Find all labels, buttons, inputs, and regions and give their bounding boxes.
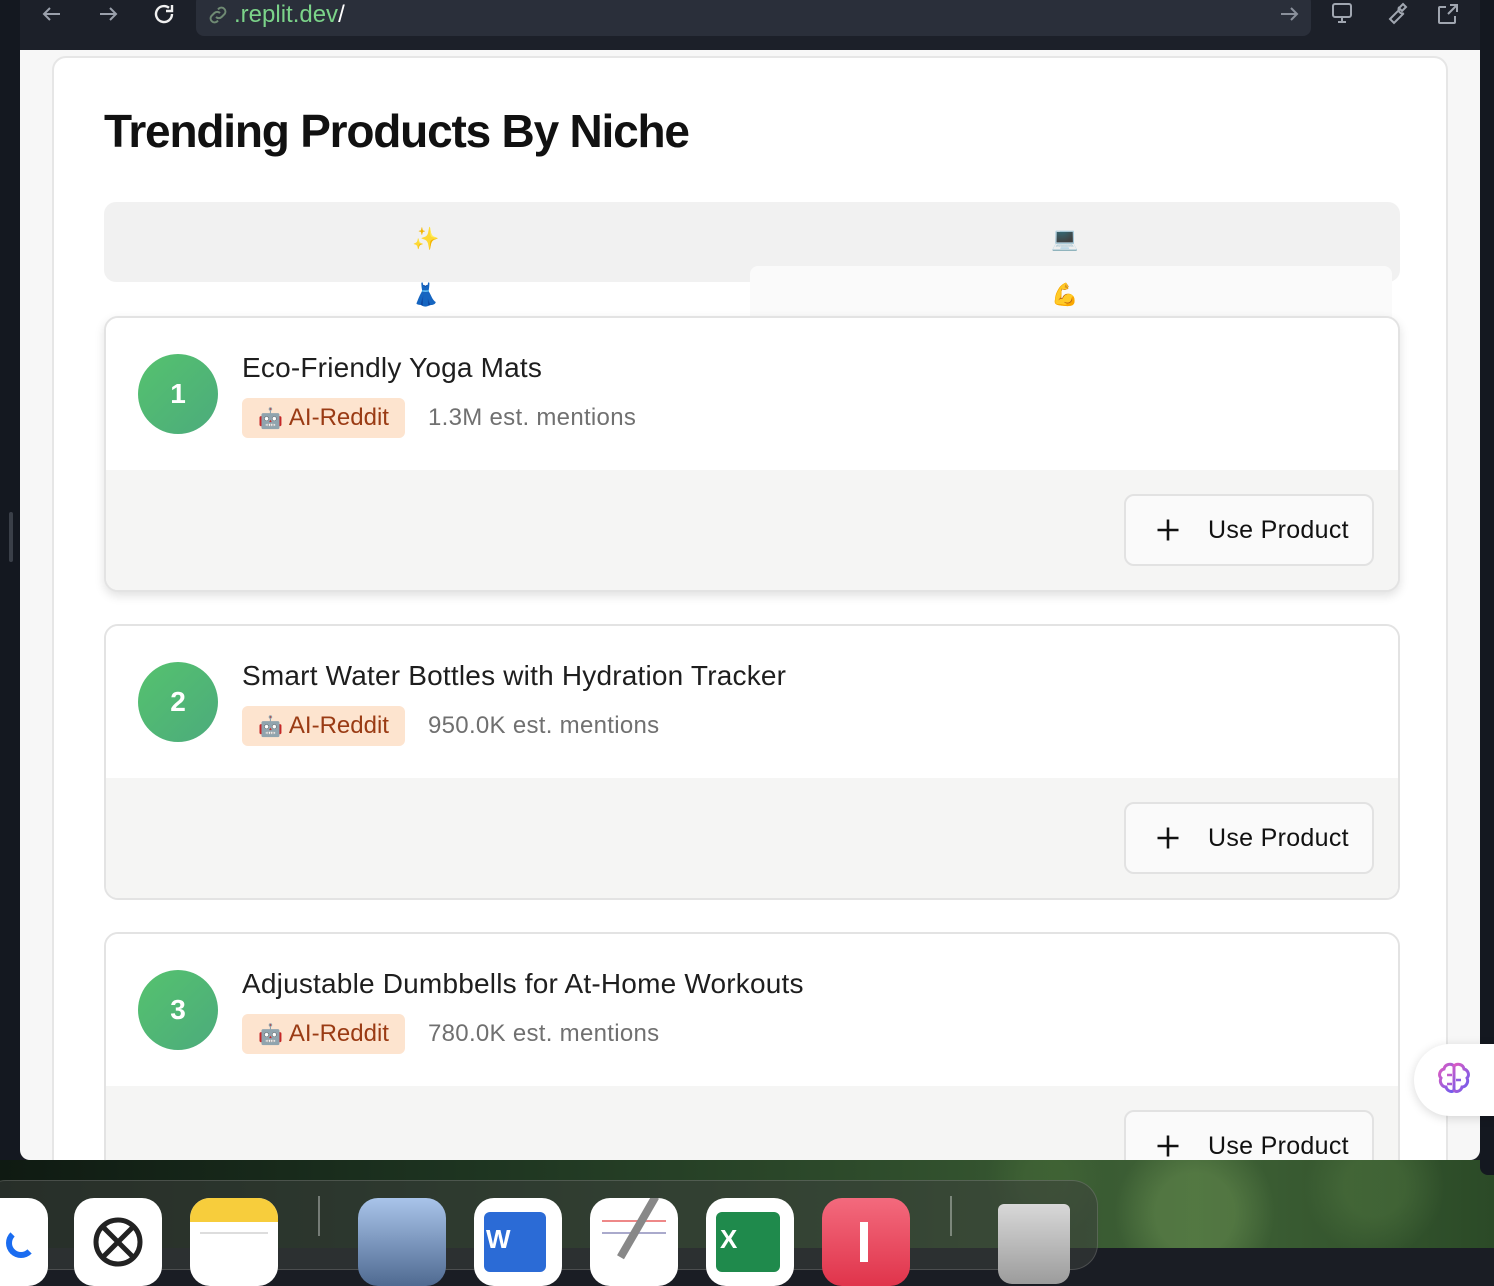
product-name: Adjustable Dumbbells for At-Home Workout… (242, 968, 804, 999)
notes-icon[interactable] (190, 1198, 278, 1286)
browser-toolbar: .replit.dev / (20, 0, 1480, 50)
go-arrow-icon[interactable] (1277, 2, 1301, 26)
devices-icon[interactable] (1324, 0, 1360, 28)
rank-badge: 1 (138, 354, 218, 434)
trending-products-card: Trending Products By Niche ✨ 💻 👗 💪 1 Eco… (52, 56, 1448, 1160)
tab-dress[interactable]: 👗 (406, 280, 446, 310)
preview-icon[interactable] (358, 1198, 446, 1286)
url-bar[interactable]: .replit.dev / (196, 0, 1311, 36)
music-icon[interactable] (822, 1198, 910, 1286)
chatgpt-icon[interactable] (74, 1198, 162, 1286)
source-label: AI-Reddit (288, 404, 389, 431)
mentions-count: 1.3M est. mentions (428, 404, 637, 431)
tab-laptop[interactable]: 💻 (1045, 224, 1085, 254)
use-product-button[interactable]: Use Product (1124, 802, 1374, 874)
ai-assistant-button[interactable] (1414, 1044, 1494, 1116)
wrench-icon[interactable] (1378, 0, 1414, 28)
source-label: AI-Reddit (288, 1020, 389, 1047)
plus-icon (1157, 827, 1179, 849)
word-icon[interactable]: W (474, 1198, 562, 1286)
textedit-icon[interactable] (590, 1198, 678, 1286)
open-external-icon[interactable] (1430, 0, 1466, 28)
mentions-count: 780.0K est. mentions (428, 1020, 660, 1047)
source-badge: 🤖 AI-Reddit (242, 706, 405, 746)
excel-icon[interactable]: X (706, 1198, 794, 1286)
forward-icon[interactable] (90, 0, 126, 28)
use-product-label: Use Product (1208, 823, 1349, 852)
robot-icon: 🤖 (258, 1023, 283, 1046)
tab-flexed-biceps[interactable]: 💪 (1045, 280, 1085, 310)
use-product-button[interactable]: Use Product (1124, 1110, 1374, 1160)
product-name: Eco-Friendly Yoga Mats (242, 352, 543, 383)
trash-icon[interactable] (990, 1198, 1078, 1286)
dock-separator (318, 1196, 320, 1236)
url-path: / (338, 1, 345, 28)
use-product-label: Use Product (1208, 1131, 1349, 1160)
dock-separator (950, 1196, 952, 1236)
robot-icon: 🤖 (258, 715, 283, 738)
rank-badge: 2 (138, 662, 218, 742)
use-product-label: Use Product (1208, 515, 1349, 544)
product-card: 3 Adjustable Dumbbells for At-Home Worko… (104, 932, 1400, 1160)
product-card: 1 Eco-Friendly Yoga Mats 🤖 AI-Reddit 1.3… (104, 316, 1400, 592)
brain-icon (1438, 1062, 1470, 1093)
app-icon[interactable] (0, 1198, 48, 1286)
window-edge (1480, 0, 1494, 1175)
mentions-count: 950.0K est. mentions (428, 712, 660, 739)
plus-icon (1157, 519, 1179, 541)
product-card: 2 Smart Water Bottles with Hydration Tra… (104, 624, 1400, 900)
rank-badge: 3 (138, 970, 218, 1050)
source-label: AI-Reddit (288, 712, 389, 739)
window-edge (0, 0, 20, 1160)
url-domain: .replit.dev (234, 1, 339, 28)
source-badge: 🤖 AI-Reddit (242, 1014, 405, 1054)
reload-icon[interactable] (146, 0, 182, 28)
back-icon[interactable] (34, 0, 70, 28)
tab-sparkles[interactable]: ✨ (406, 224, 446, 254)
browser-window: .replit.dev / Trending Products By Niche … (20, 0, 1480, 1160)
plus-icon (1157, 1135, 1179, 1157)
page-title: Trending Products By Niche (104, 105, 690, 157)
source-badge: 🤖 AI-Reddit (242, 398, 405, 438)
link-icon (209, 6, 227, 24)
product-name: Smart Water Bottles with Hydration Track… (242, 660, 787, 691)
use-product-button[interactable]: Use Product (1124, 494, 1374, 566)
robot-icon: 🤖 (258, 407, 283, 430)
